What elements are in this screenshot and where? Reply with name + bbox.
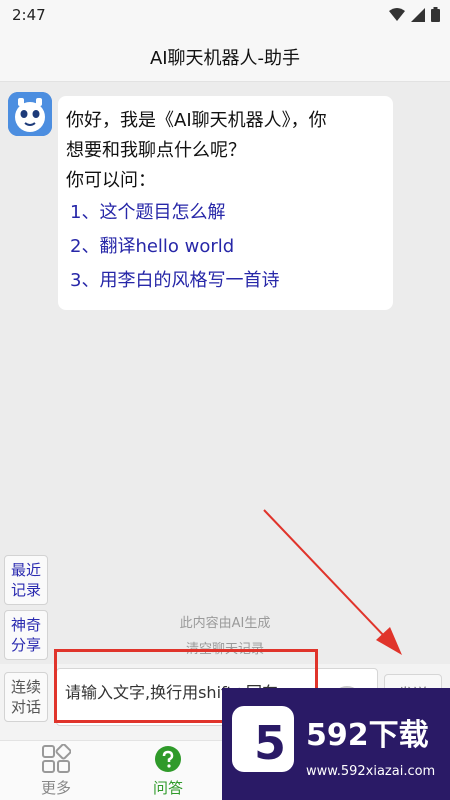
watermark-logo-text: 5 bbox=[254, 716, 287, 770]
status-bar: 2:47 bbox=[0, 0, 450, 30]
grid-icon bbox=[42, 744, 71, 773]
wifi-icon bbox=[389, 7, 405, 21]
suggested-question[interactable]: 3、用李白的风格写一首诗 bbox=[66, 264, 385, 298]
watermark-brand: 592下载 bbox=[306, 718, 429, 753]
greeting-line: 想要和我聊点什么呢？ bbox=[66, 140, 246, 161]
page-title: AI聊天机器人-助手 bbox=[149, 48, 301, 69]
message-bubble: 你好，我是《AI聊天机器人》，你 想要和我聊点什么呢？ 你可以问： 1、这个题目… bbox=[58, 96, 393, 310]
battery-icon bbox=[431, 7, 440, 22]
question-icon bbox=[155, 746, 181, 772]
suggested-question[interactable]: 2、翻译hello world bbox=[66, 230, 385, 264]
watermark-url: www.592xiazai.com bbox=[306, 764, 436, 779]
recent-history-button[interactable]: 最近 记录 bbox=[4, 555, 48, 605]
status-time: 2:47 bbox=[12, 6, 46, 24]
suggested-question[interactable]: 1、这个题目怎么解 bbox=[66, 196, 385, 230]
tab-label: 问答 bbox=[152, 779, 183, 797]
button-label-line: 连续 bbox=[10, 678, 41, 696]
chat-area: 你好，我是《AI聊天机器人》，你 想要和我聊点什么呢？ 你可以问： 1、这个题目… bbox=[0, 82, 450, 667]
tab-more[interactable]: 更多 bbox=[16, 741, 96, 800]
continuous-dialog-button[interactable]: 连续 对话 bbox=[4, 672, 48, 722]
button-label-line: 对话 bbox=[10, 698, 41, 716]
status-icons bbox=[389, 7, 440, 22]
tab-label: 更多 bbox=[40, 779, 71, 797]
robot-avatar bbox=[8, 92, 52, 136]
ai-generated-notice: 此内容由AI生成 bbox=[179, 616, 271, 631]
watermark-logo: 5 bbox=[232, 706, 294, 772]
clear-history-link[interactable]: 清空聊天记录 bbox=[0, 638, 450, 657]
greeting-line: 你可以问： bbox=[66, 170, 156, 191]
button-label-line: 记录 bbox=[10, 581, 41, 599]
button-label-line: 最近 bbox=[10, 561, 41, 579]
watermark-banner: 5 592下载 www.592xiazai.com bbox=[222, 688, 450, 800]
tab-qa[interactable]: 问答 bbox=[128, 741, 208, 800]
signal-icon bbox=[411, 7, 425, 22]
title-bar: AI聊天机器人-助手 bbox=[0, 30, 450, 82]
robot-icon bbox=[8, 92, 52, 136]
greeting-line: 你好，我是《AI聊天机器人》，你 bbox=[66, 110, 327, 131]
